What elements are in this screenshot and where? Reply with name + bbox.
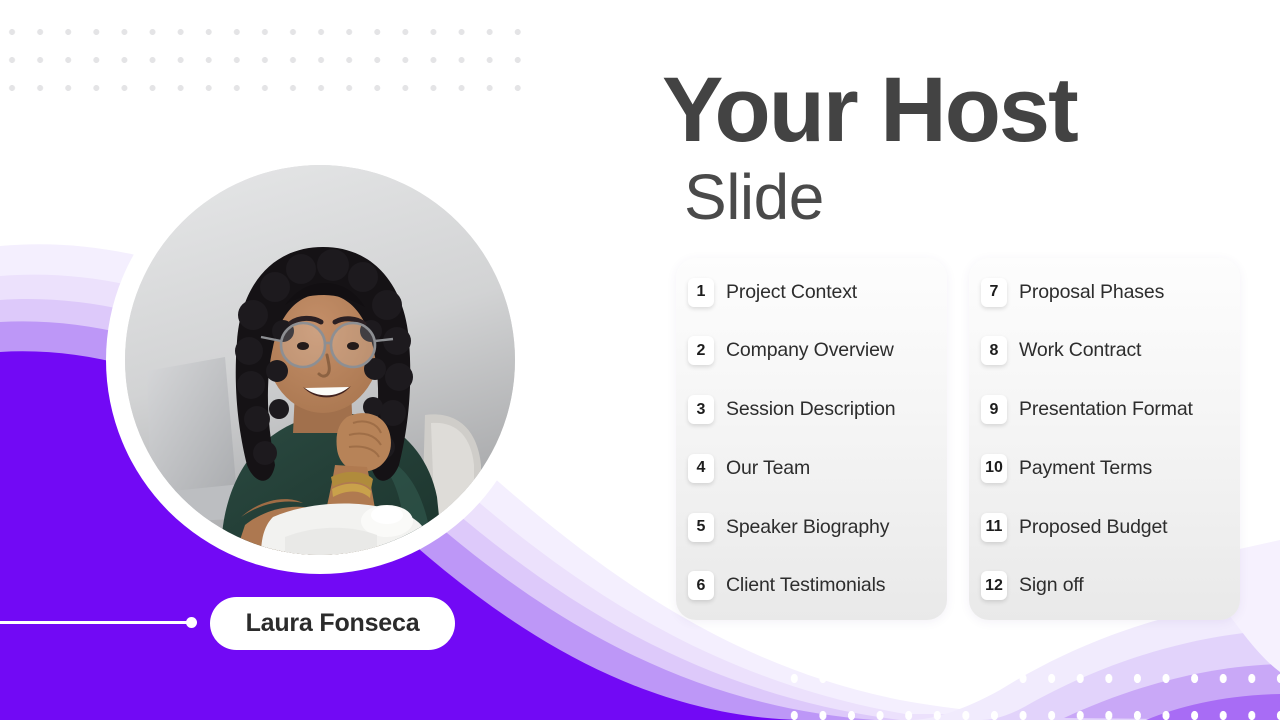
list-item[interactable]: 5 Speaker Biography xyxy=(676,507,947,547)
agenda-list: 1 Project Context 2 Company Overview 3 S… xyxy=(676,258,1240,620)
list-item[interactable]: 4 Our Team xyxy=(676,448,947,488)
page-subtitle: Slide xyxy=(684,160,824,233)
agenda-item-number: 5 xyxy=(688,512,714,542)
agenda-item-label: Company Overview xyxy=(726,339,894,362)
badge-connector-line xyxy=(0,621,190,624)
agenda-item-label: Presentation Format xyxy=(1019,398,1193,421)
avatar xyxy=(125,165,515,555)
agenda-item-number: 8 xyxy=(981,336,1007,366)
dot-grid-decoration-top-left xyxy=(0,10,540,94)
agenda-item-label: Session Description xyxy=(726,398,896,421)
agenda-item-number: 9 xyxy=(981,395,1007,425)
agenda-item-label: Payment Terms xyxy=(1019,456,1153,479)
dot-grid-decoration-bottom-right xyxy=(780,656,1280,720)
agenda-item-label: Sign off xyxy=(1019,574,1084,597)
agenda-item-number: 2 xyxy=(688,336,714,366)
list-item[interactable]: 3 Session Description xyxy=(676,390,947,430)
avatar-ring xyxy=(106,146,534,574)
list-item[interactable]: 7 Proposal Phases xyxy=(969,272,1240,312)
speaker-name-badge: Laura Fonseca xyxy=(210,597,455,650)
agenda-item-number: 4 xyxy=(688,453,714,483)
agenda-item-number: 1 xyxy=(688,277,714,307)
agenda-item-number: 12 xyxy=(981,571,1007,601)
agenda-item-number: 7 xyxy=(981,277,1007,307)
agenda-item-label: Proposed Budget xyxy=(1019,515,1168,538)
presentation-slide: Laura Fonseca Your Host Slide 1 Project … xyxy=(0,0,1280,720)
list-item[interactable]: 10 Payment Terms xyxy=(969,448,1240,488)
agenda-item-number: 10 xyxy=(981,453,1007,483)
agenda-item-number: 6 xyxy=(688,571,714,601)
portrait-photo xyxy=(125,165,515,555)
badge-connector-dot xyxy=(186,617,197,628)
agenda-item-label: Speaker Biography xyxy=(726,515,890,538)
agenda-item-label: Client Testimonials xyxy=(726,574,886,597)
list-item[interactable]: 9 Presentation Format xyxy=(969,390,1240,430)
list-item[interactable]: 8 Work Contract xyxy=(969,331,1240,371)
list-item[interactable]: 12 Sign off xyxy=(969,566,1240,606)
agenda-item-number: 3 xyxy=(688,395,714,425)
agenda-column-left: 1 Project Context 2 Company Overview 3 S… xyxy=(676,258,947,620)
page-title: Your Host xyxy=(662,59,1079,161)
agenda-item-label: Project Context xyxy=(726,280,858,303)
slide-title-block: Your Host Slide xyxy=(662,59,1079,233)
agenda-item-label: Our Team xyxy=(726,456,811,479)
list-item[interactable]: 1 Project Context xyxy=(676,272,947,312)
agenda-item-number: 11 xyxy=(981,512,1007,542)
speaker-name-label: Laura Fonseca xyxy=(245,609,420,637)
list-item[interactable]: 11 Proposed Budget xyxy=(969,507,1240,547)
agenda-item-label: Proposal Phases xyxy=(1019,280,1165,303)
list-item[interactable]: 2 Company Overview xyxy=(676,331,947,371)
list-item[interactable]: 6 Client Testimonials xyxy=(676,566,947,606)
agenda-item-label: Work Contract xyxy=(1019,339,1142,362)
agenda-column-right: 7 Proposal Phases 8 Work Contract 9 Pres… xyxy=(969,258,1240,620)
